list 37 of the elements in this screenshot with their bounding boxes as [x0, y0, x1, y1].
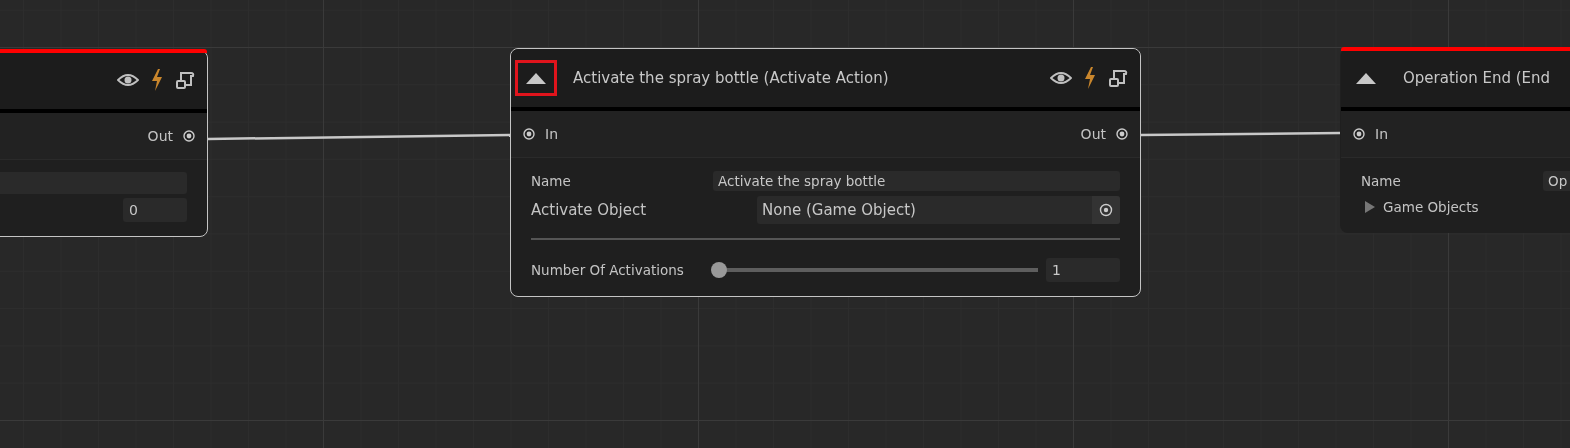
triangle-icon	[526, 72, 546, 84]
port-label: In	[545, 126, 558, 142]
target-icon	[1099, 203, 1113, 217]
number-field[interactable]: 1	[1046, 258, 1120, 282]
node-title: Operation End (End	[1402, 69, 1552, 87]
object-field[interactable]: None (Game Object)	[757, 196, 1120, 224]
lightning-icon[interactable]	[151, 69, 163, 91]
eye-icon[interactable]	[1050, 71, 1072, 85]
number-field[interactable]: 0	[123, 198, 187, 222]
object-picker-button[interactable]	[1092, 196, 1120, 224]
eye-icon[interactable]	[117, 73, 139, 87]
port-icon[interactable]	[523, 128, 535, 140]
port-label: Out	[1080, 126, 1106, 142]
script-icon[interactable]	[175, 70, 195, 90]
text-field[interactable]: Op	[1543, 171, 1570, 191]
node-title: Activate the spray bottle (Activate Action)	[572, 69, 890, 87]
port-label: In	[1375, 126, 1388, 142]
graph-node[interactable]: Activate the spray bottle (Activate Action) In Out Name Activate the spray bottle Activate Object None (Game Object) Number Of Activations 1	[510, 48, 1141, 297]
port-label: Out	[147, 128, 173, 144]
field-label: Name	[531, 173, 572, 189]
triangle-icon	[1356, 72, 1376, 84]
text-field[interactable]: Activate the spray bottle	[713, 171, 1120, 191]
port-icon[interactable]	[1353, 128, 1365, 140]
collapse-button[interactable]	[515, 60, 557, 96]
lightning-icon[interactable]	[1084, 67, 1096, 89]
port-icon[interactable]	[183, 130, 195, 142]
foldout[interactable]: Game Objects	[1361, 199, 1533, 215]
foldout-label: Game Objects	[1383, 199, 1480, 215]
port-icon[interactable]	[1116, 128, 1128, 140]
graph-node[interactable]: Out 0	[0, 50, 208, 237]
graph-node[interactable]: Operation End (End In Name Op Game Objects	[1340, 48, 1570, 233]
slider-thumb[interactable]	[711, 262, 727, 278]
field-label: Activate Object	[531, 201, 648, 219]
script-icon[interactable]	[1108, 68, 1128, 88]
field-label: Name	[1361, 173, 1402, 189]
caret-icon	[1365, 201, 1375, 213]
field-label: Number Of Activations	[531, 262, 685, 278]
